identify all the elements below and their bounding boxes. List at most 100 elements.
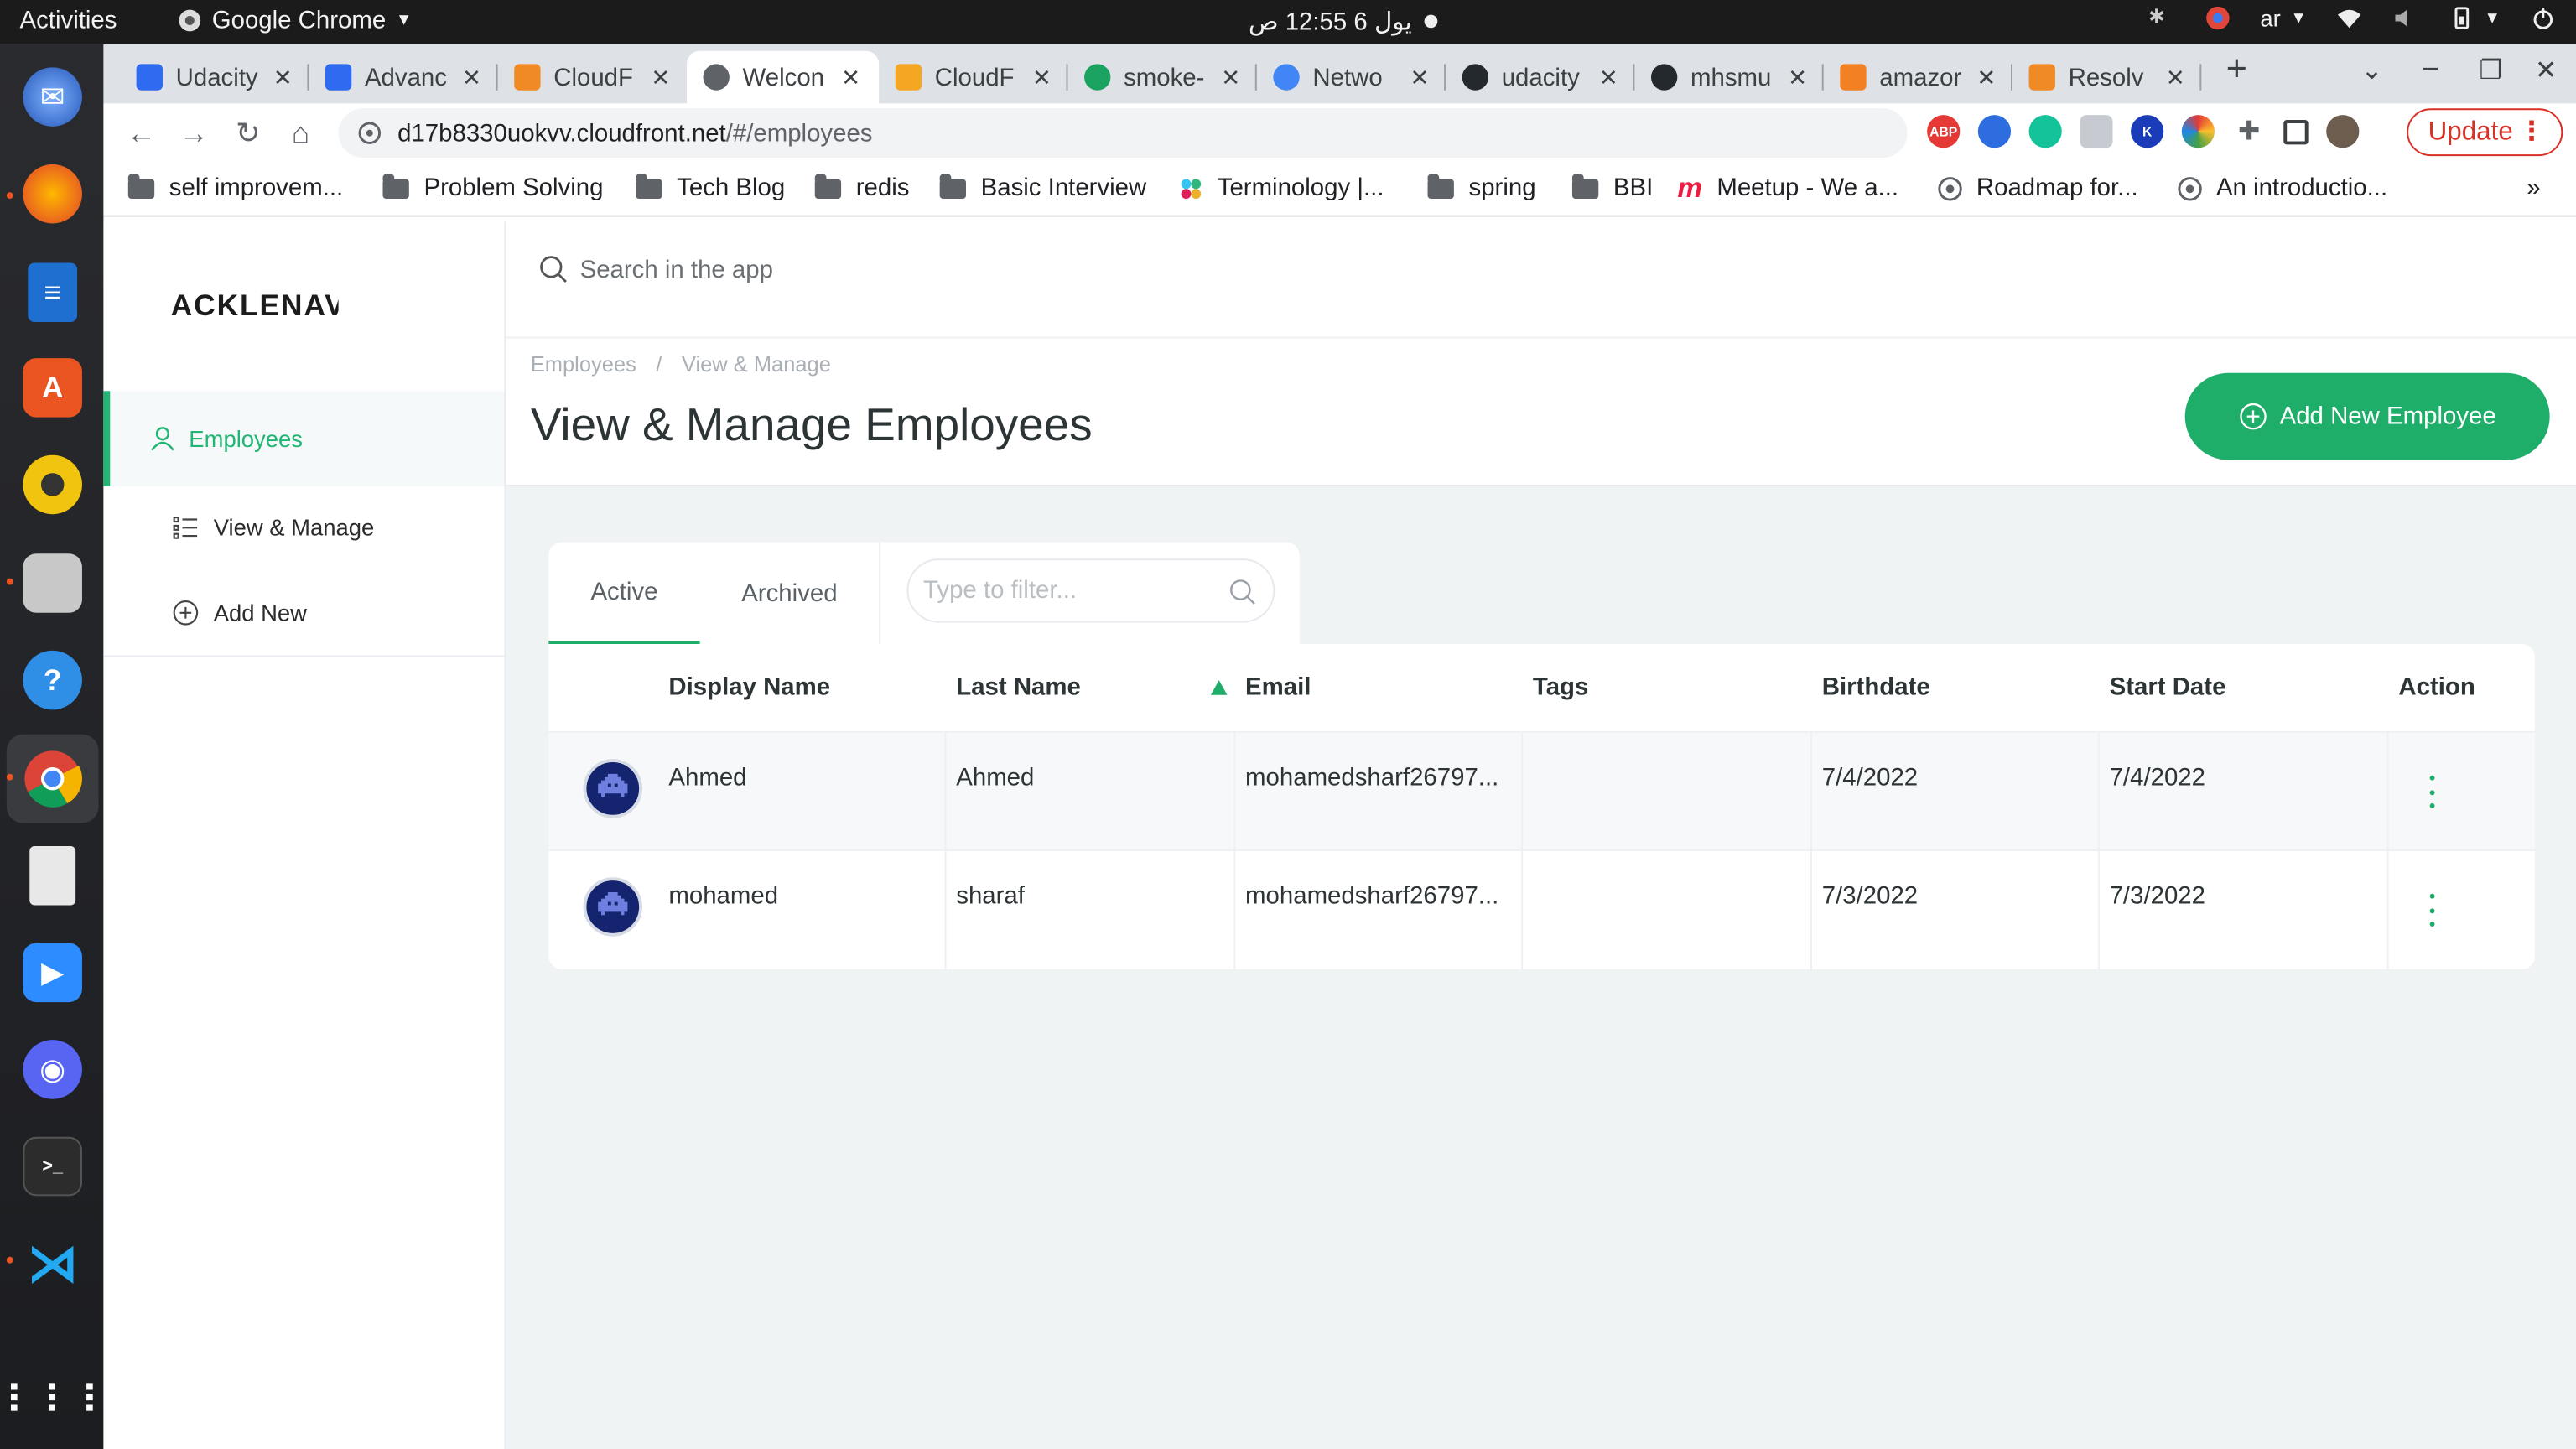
chrome-dock-icon[interactable] xyxy=(23,749,82,808)
document-viewer-icon[interactable] xyxy=(29,845,76,906)
new-tab-icon[interactable]: + xyxy=(2226,48,2247,91)
language-indicator[interactable]: ar xyxy=(2260,5,2280,31)
system-tray[interactable]: ✱ ar ▼ ▼ xyxy=(2148,5,2556,31)
bookmark-link[interactable]: Roadmap for... xyxy=(1937,174,2138,202)
column-header-display-name[interactable]: Display Name xyxy=(668,644,830,731)
column-header-tags[interactable]: Tags xyxy=(1533,644,1588,731)
browser-tab[interactable]: CloudF ✕ xyxy=(879,51,1068,104)
show-apps-icon[interactable]: ⋮⋮⋮ xyxy=(0,1368,107,1428)
browser-tab[interactable]: amazor ✕ xyxy=(1824,51,2013,104)
bookmark-folder[interactable]: self improvem... xyxy=(127,173,343,202)
reload-icon[interactable]: ↻ xyxy=(228,113,267,153)
firefox-icon[interactable] xyxy=(23,164,82,224)
update-button[interactable]: Update ⋮ xyxy=(2407,108,2563,157)
close-tab-icon[interactable]: ✕ xyxy=(1221,63,1240,91)
minimize-icon[interactable]: – xyxy=(2423,55,2438,84)
clock[interactable]: يول 6 12:55 ص xyxy=(1249,7,1439,36)
back-arrow-icon[interactable]: ← xyxy=(122,113,161,153)
tab-active[interactable]: Active xyxy=(548,543,700,645)
browser-tab[interactable]: CloudF ✕ xyxy=(498,51,687,104)
files-icon[interactable] xyxy=(23,553,82,613)
k-extension-icon[interactable]: K xyxy=(2131,115,2164,148)
filter-input[interactable]: Type to filter... xyxy=(906,558,1275,623)
vscode-icon[interactable]: ⋊ xyxy=(23,1233,82,1293)
close-tab-icon[interactable]: ✕ xyxy=(651,63,670,91)
color-picker-icon[interactable] xyxy=(2181,115,2215,148)
help-icon[interactable]: ? xyxy=(23,650,82,710)
bookmark-link[interactable]: m Meetup - We a... xyxy=(1677,174,1898,202)
close-tab-icon[interactable]: ✕ xyxy=(1976,63,1996,91)
site-info-icon[interactable] xyxy=(358,122,382,144)
forward-arrow-icon[interactable]: → xyxy=(174,113,214,153)
adblock-icon[interactable]: ABP xyxy=(1927,115,1961,148)
browser-tab[interactable]: Resolv ✕ xyxy=(2012,51,2202,104)
bookmark-folder[interactable]: Tech Blog xyxy=(636,173,785,202)
sidebar-item-view-manage[interactable]: View & Manage xyxy=(103,491,504,564)
volume-icon[interactable] xyxy=(2392,5,2418,31)
restore-icon[interactable]: ❐ xyxy=(2479,55,2502,87)
close-tab-icon[interactable]: ✕ xyxy=(462,63,481,91)
search-input[interactable]: Search in the app xyxy=(580,256,773,283)
row-action-menu-icon[interactable] xyxy=(2425,893,2438,927)
thunderbird-icon[interactable]: ✉ xyxy=(23,67,82,127)
row-action-menu-icon[interactable] xyxy=(2425,775,2438,808)
browser-tab[interactable]: Advanc ✕ xyxy=(309,51,498,104)
sidebar-item-add-new[interactable]: Add New xyxy=(103,577,504,649)
bookmark-folder[interactable]: redis xyxy=(814,173,909,202)
close-tab-icon[interactable]: ✕ xyxy=(273,63,293,91)
column-header-start-date[interactable]: Start Date xyxy=(2110,644,2226,731)
rhythmbox-icon[interactable] xyxy=(23,454,82,515)
bookmark-folder[interactable]: BBI xyxy=(1571,173,1653,202)
activities-button[interactable]: Activities xyxy=(20,7,117,34)
close-tab-icon[interactable]: ✕ xyxy=(1788,63,1807,91)
chrome-tray-icon[interactable] xyxy=(2205,5,2231,31)
table-row[interactable]: mohamed sharaf mohamedsharf26797... 7/3/… xyxy=(548,849,2536,969)
home-icon[interactable]: ⌂ xyxy=(281,113,320,153)
close-tab-icon[interactable]: ✕ xyxy=(1032,63,1052,91)
browser-tab[interactable]: mhsmu ✕ xyxy=(1634,51,1824,104)
bookmark-link[interactable]: An introductio... xyxy=(2177,174,2387,202)
profile-avatar[interactable] xyxy=(2326,115,2360,148)
close-tab-icon[interactable]: ✕ xyxy=(1599,63,1618,91)
tab-search-chevron-icon[interactable]: ⌄ xyxy=(2360,55,2382,87)
grammarly-icon[interactable] xyxy=(2028,115,2062,148)
address-bar[interactable]: d17b8330uokvv.cloudfront.net/#/employees xyxy=(338,108,1908,158)
slack-tray-icon[interactable]: ✱ xyxy=(2148,5,2174,31)
bookmark-link[interactable]: Terminology |... xyxy=(1178,174,1384,202)
bookmark-folder[interactable]: Basic Interview xyxy=(939,173,1146,202)
browser-tab[interactable]: Netwo ✕ xyxy=(1257,51,1446,104)
kebab-menu-icon[interactable]: ⋮ xyxy=(2518,115,2544,148)
terminal-icon[interactable]: >_ xyxy=(23,1136,82,1197)
browser-tab[interactable]: smoke- ✕ xyxy=(1067,51,1257,104)
breadcrumb-view-manage[interactable]: View & Manage xyxy=(682,351,831,376)
close-window-icon[interactable]: ✕ xyxy=(2535,55,2557,87)
writer-icon[interactable]: ≡ xyxy=(28,262,78,323)
wifi-icon[interactable] xyxy=(2336,5,2362,31)
puzzle-extensions-icon[interactable]: ✚ xyxy=(2233,115,2266,148)
table-row[interactable]: Ahmed Ahmed mohamedsharf26797... 7/4/202… xyxy=(548,730,2536,851)
company-logo[interactable]: ACKLENAVENUE xyxy=(171,289,339,324)
close-tab-icon[interactable]: ✕ xyxy=(1410,63,1430,91)
column-header-birthdate[interactable]: Birthdate xyxy=(1822,644,1930,731)
browser-tab[interactable]: udacity ✕ xyxy=(1446,51,1635,104)
column-header-email[interactable]: Email xyxy=(1245,644,1311,731)
battery-icon[interactable] xyxy=(2448,5,2474,31)
shield-icon[interactable] xyxy=(2080,115,2113,148)
more-bookmarks-icon[interactable]: » xyxy=(2527,174,2540,202)
close-tab-icon[interactable]: ✕ xyxy=(2166,63,2185,91)
side-panel-icon[interactable] xyxy=(2283,119,2309,144)
sidebar-item-employees[interactable]: Employees xyxy=(103,391,505,486)
sort-ascending-icon[interactable] xyxy=(1210,680,1228,695)
bookmark-folder[interactable]: Problem Solving xyxy=(382,173,603,202)
add-new-employee-button[interactable]: Add New Employee xyxy=(2184,372,2550,460)
app-search[interactable]: Search in the app xyxy=(539,255,773,284)
power-icon[interactable] xyxy=(2530,5,2556,31)
column-header-last-name[interactable]: Last Name xyxy=(956,644,1081,731)
discord-icon[interactable]: ◉ xyxy=(23,1040,82,1099)
zoom-icon[interactable]: ▶ xyxy=(23,943,82,1003)
app-menu[interactable]: Google Chrome ▼ xyxy=(178,7,413,34)
tab-archived[interactable]: Archived xyxy=(700,543,880,644)
browser-tab-active[interactable]: Welcon ✕ xyxy=(686,50,880,104)
close-tab-icon[interactable]: ✕ xyxy=(841,63,860,91)
breadcrumb-employees[interactable]: Employees xyxy=(531,351,636,376)
